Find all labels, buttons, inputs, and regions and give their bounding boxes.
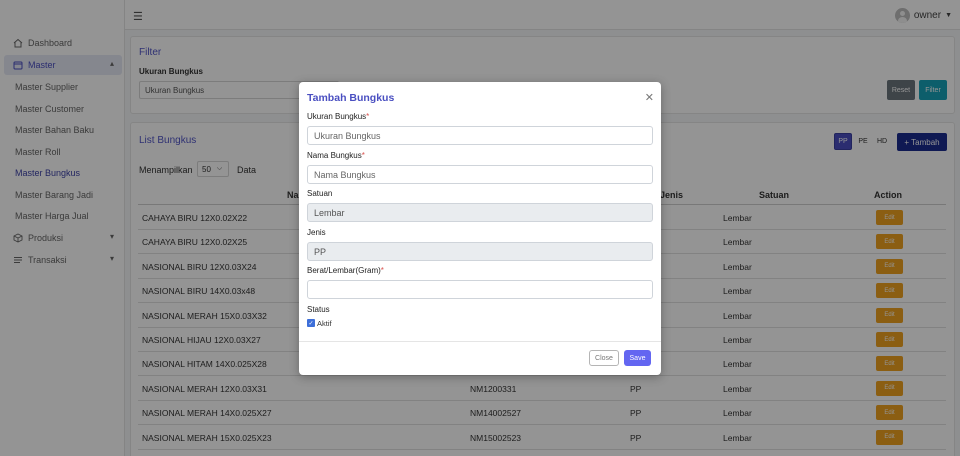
satuan-label: Satuan [307,189,333,198]
tambah-bungkus-modal: Tambah Bungkus ✕ Ukuran Bungkus* Ukuran … [299,82,661,375]
status-checkbox[interactable]: ✓ [307,319,315,327]
modal-close-button[interactable]: Close [589,350,619,366]
berat-label: Berat/Lembar(Gram)* [307,266,384,275]
berat-input[interactable] [307,280,653,299]
ukuran-input[interactable]: Ukuran Bungkus [307,126,653,145]
modal-footer-divider [299,341,661,342]
jenis-input: PP [307,242,653,261]
jenis-label: Jenis [307,228,326,237]
ukuran-label: Ukuran Bungkus* [307,112,370,121]
satuan-input: Lembar [307,203,653,222]
close-icon[interactable]: ✕ [645,91,654,104]
nama-label: Nama Bungkus* [307,151,365,160]
status-label: Status [307,305,330,314]
modal-save-button[interactable]: Save [624,350,651,366]
modal-title: Tambah Bungkus [307,92,395,104]
status-checkbox-label: Aktif [317,319,332,328]
nama-input[interactable]: Nama Bungkus [307,165,653,184]
